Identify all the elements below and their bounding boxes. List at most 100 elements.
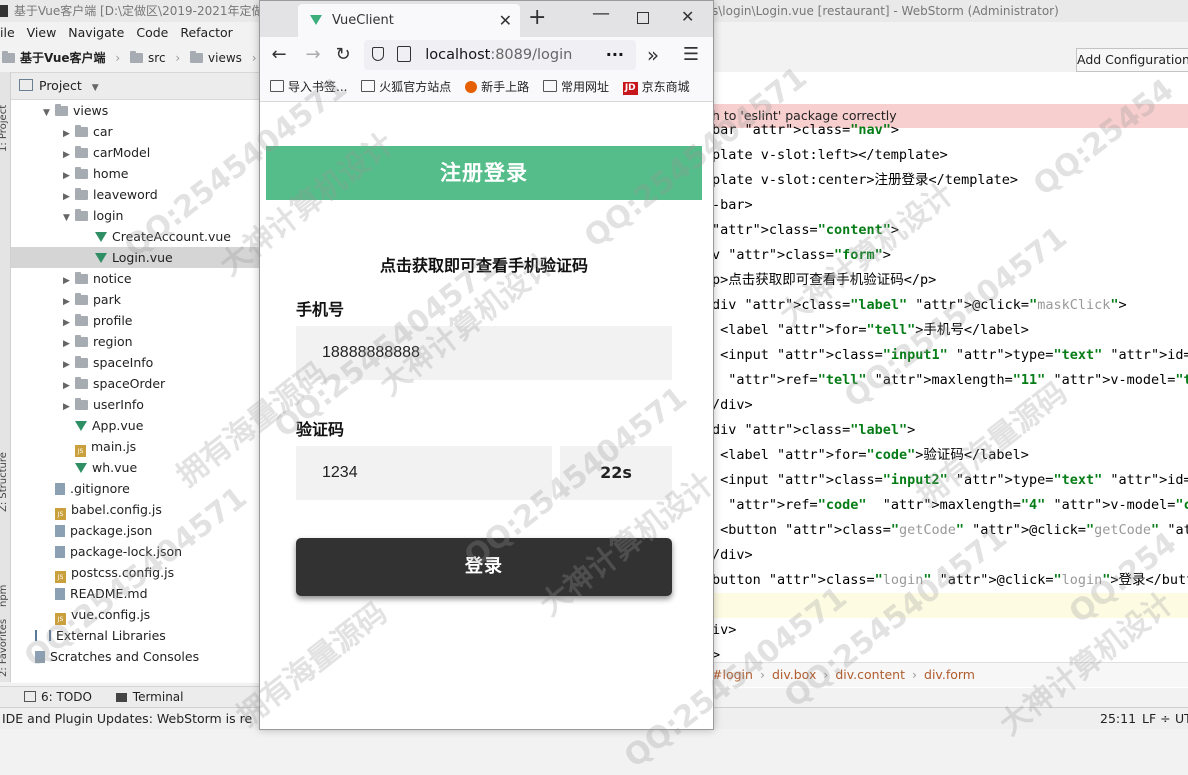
tree-item[interactable]: ▶ park bbox=[63, 289, 121, 310]
phone-input[interactable] bbox=[296, 326, 672, 380]
chevron-down-icon[interactable]: ▼ bbox=[43, 103, 55, 124]
tree-item[interactable]: CreateAccount.vue bbox=[83, 226, 231, 247]
chevron-down-icon[interactable]: ▼ bbox=[92, 83, 99, 93]
tree-item[interactable]: ▼ login bbox=[63, 205, 123, 226]
close-tab-icon[interactable]: ✕ bbox=[499, 4, 512, 37]
nav-crumb-views[interactable]: views bbox=[208, 51, 242, 65]
more-actions-icon[interactable]: ··· bbox=[606, 40, 624, 70]
url-bar[interactable]: localhost:8089/login ··· bbox=[364, 40, 636, 70]
code-line[interactable]: button "attr">class="login" "attr">@clic… bbox=[712, 568, 1188, 593]
login-button[interactable]: 登录 bbox=[296, 538, 672, 596]
shield-icon[interactable] bbox=[372, 47, 384, 61]
tree-item[interactable]: ▶ userInfo bbox=[63, 394, 144, 415]
code-input[interactable] bbox=[296, 446, 552, 500]
code-line[interactable]: -bar> bbox=[712, 193, 1188, 218]
tree-item[interactable]: wh.vue bbox=[63, 457, 137, 478]
tree-item[interactable]: package-lock.json bbox=[43, 541, 182, 562]
crumb-content[interactable]: div.content bbox=[835, 667, 905, 682]
tree-item[interactable]: package.json bbox=[43, 520, 152, 541]
overflow-chevron-icon[interactable]: » bbox=[640, 42, 666, 68]
code-line[interactable]: "attr">ref="tell" "attr">maxlength="11" … bbox=[712, 368, 1188, 393]
bookmark-import[interactable]: 导入书签... bbox=[270, 73, 347, 101]
code-line[interactable]: div "attr">class="label" "attr">@click="… bbox=[712, 293, 1188, 318]
status-encoding[interactable]: UTF bbox=[1175, 708, 1188, 729]
code-line[interactable]: iv> bbox=[712, 618, 1188, 643]
bookmark-getting-started[interactable]: 新手上路 bbox=[465, 73, 529, 101]
tree-item[interactable]: ▶ profile bbox=[63, 310, 132, 331]
crumb-box[interactable]: div.box bbox=[772, 667, 816, 682]
menu-view[interactable]: View bbox=[27, 25, 57, 40]
minimize-icon[interactable]: — bbox=[592, 3, 610, 24]
page-info-icon[interactable] bbox=[396, 46, 411, 62]
tree-item[interactable]: JS main.js bbox=[63, 436, 136, 457]
todo-tab[interactable]: 6: TODO bbox=[41, 690, 92, 704]
menu-code[interactable]: Code bbox=[136, 25, 168, 40]
status-line-ending[interactable]: LF ÷ bbox=[1142, 708, 1171, 729]
maximize-icon[interactable] bbox=[637, 12, 649, 24]
code-line[interactable] bbox=[712, 593, 1188, 618]
strip-npm[interactable]: npm bbox=[0, 585, 9, 607]
bookmark-jd[interactable]: JD 京东商城 bbox=[622, 73, 690, 101]
forward-arrow-icon[interactable]: → bbox=[300, 42, 326, 68]
tree-item[interactable]: Scratches and Consoles bbox=[23, 646, 199, 667]
folder-icon bbox=[55, 104, 68, 116]
tree-item[interactable]: ▶ region bbox=[63, 331, 133, 352]
close-window-icon[interactable]: ✕ bbox=[681, 7, 694, 26]
browser-tab[interactable]: VueClient ✕ bbox=[298, 4, 520, 37]
bookmark-common-sites[interactable]: 常用网址 bbox=[542, 73, 609, 101]
code-line[interactable]: <label "attr">for="code">验证码</label> bbox=[712, 443, 1188, 468]
code-line[interactable]: <button "attr">class="getCode" "attr">@c… bbox=[712, 518, 1188, 543]
back-arrow-icon[interactable]: ← bbox=[266, 42, 292, 68]
strip-favorites[interactable]: 2: Favorites bbox=[0, 619, 9, 677]
code-line[interactable]: "attr">class="content"> bbox=[712, 218, 1188, 243]
code-line[interactable]: <label "attr">for="tell">手机号</label> bbox=[712, 318, 1188, 343]
tree-item[interactable]: ▶ car bbox=[63, 121, 113, 142]
tree-item[interactable]: JS postcss.config.js bbox=[43, 562, 174, 583]
tree-item[interactable]: ▶ carModel bbox=[63, 142, 150, 163]
code-line[interactable]: plate v-slot:left></template> bbox=[712, 143, 1188, 168]
code-line[interactable]: <input "attr">class="input2" "attr">type… bbox=[712, 468, 1188, 493]
code-line[interactable]: div "attr">class="label"> bbox=[712, 418, 1188, 443]
code-line[interactable]: v "attr">class="form"> bbox=[712, 243, 1188, 268]
tree-item[interactable]: ▶ spaceInfo bbox=[63, 352, 153, 373]
tree-item[interactable]: ▶ home bbox=[63, 163, 128, 184]
reload-icon[interactable]: ↻ bbox=[330, 42, 356, 68]
code-line[interactable]: plate v-slot:center>注册登录</template> bbox=[712, 168, 1188, 193]
tree-item[interactable]: ▶ spaceOrder bbox=[63, 373, 165, 394]
code-line[interactable]: <input "attr">class="input1" "attr">type… bbox=[712, 343, 1188, 368]
tree-item[interactable]: .gitignore bbox=[43, 478, 130, 499]
menu-refactor[interactable]: Refactor bbox=[180, 25, 232, 40]
strip-project[interactable]: 1: Project bbox=[0, 105, 9, 152]
tree-item[interactable]: External Libraries bbox=[23, 625, 166, 646]
crumb-form[interactable]: div.form bbox=[924, 667, 975, 682]
tree-item[interactable]: JS vue.config.js bbox=[43, 604, 150, 625]
crumb-login[interactable]: #login bbox=[712, 667, 753, 682]
code-line[interactable]: bar "attr">class="nav"> bbox=[712, 118, 1188, 143]
tree-item[interactable]: ▶ leaveword bbox=[63, 184, 158, 205]
code-line[interactable]: "attr">ref="code" "attr">maxlength="4" "… bbox=[712, 493, 1188, 518]
get-code-button[interactable]: 22s bbox=[560, 446, 672, 500]
menu-file[interactable]: ile bbox=[0, 25, 15, 40]
menu-navigate[interactable]: Navigate bbox=[68, 25, 124, 40]
tree-item[interactable]: ▼ views bbox=[43, 100, 108, 121]
chevron-down-icon[interactable]: ▼ bbox=[63, 208, 75, 229]
hint-text: 点击获取即可查看手机验证码 bbox=[379, 256, 588, 275]
strip-structure[interactable]: Z: Structure bbox=[0, 452, 9, 512]
nav-crumb-project[interactable]: 基于Vue客户端 bbox=[20, 51, 106, 65]
code-line[interactable]: p>点击获取即可查看手机验证码</p> bbox=[712, 268, 1188, 293]
new-tab-icon[interactable]: + bbox=[528, 5, 546, 30]
add-configuration-button[interactable]: Add Configuration bbox=[1076, 48, 1188, 72]
status-position[interactable]: 25:11 bbox=[1100, 708, 1136, 729]
terminal-tab[interactable]: Terminal bbox=[133, 690, 184, 704]
hamburger-menu-icon[interactable]: ☰ bbox=[678, 42, 704, 68]
tree-item[interactable]: JS babel.config.js bbox=[43, 499, 162, 520]
nav-crumb-src[interactable]: src bbox=[148, 51, 166, 65]
status-message[interactable]: IDE and Plugin Updates: WebStorm is re bbox=[2, 711, 252, 726]
tree-item[interactable]: README.md bbox=[43, 583, 148, 604]
code-line[interactable]: /div> bbox=[712, 543, 1188, 568]
project-panel-header[interactable]: Project ▼ bbox=[11, 73, 261, 100]
bookmark-firefox-official[interactable]: 火狐官方站点 bbox=[361, 73, 451, 101]
tree-item[interactable]: App.vue bbox=[63, 415, 143, 436]
code-line[interactable]: /div> bbox=[712, 393, 1188, 418]
tree-item[interactable]: ▶ notice bbox=[63, 268, 132, 289]
